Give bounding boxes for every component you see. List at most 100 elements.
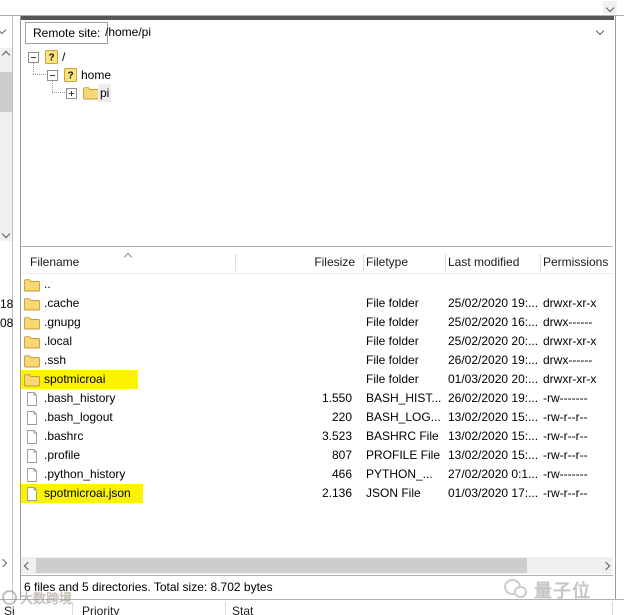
- permissions-cell: drwxr-xr-x: [543, 372, 597, 386]
- watermark-bottom-left: 大数跨境: [2, 588, 72, 607]
- file-row[interactable]: .profile 807 PROFILE File 13/02/2020 15:...…: [21, 446, 613, 465]
- filesize-cell: 466: [331, 467, 352, 481]
- filetype-cell: BASHRC File: [366, 429, 439, 443]
- file-row[interactable]: spotmicroai File folder 01/03/2020 20:... d…: [21, 370, 613, 389]
- filename-cell: .python_history: [44, 467, 126, 481]
- watermark-text: 大数跨境: [20, 591, 73, 606]
- file-list-header: Filename Filesize Filetype Last modified…: [21, 252, 613, 274]
- scrollbar-thumb[interactable]: [0, 72, 12, 112]
- filetype-cell: BASH_LOG...: [366, 410, 441, 424]
- column-separator: [225, 602, 226, 615]
- filesize-cell: 1.550: [321, 391, 352, 405]
- scroll-right-button[interactable]: [599, 558, 612, 573]
- file-row[interactable]: spotmicroai.json 2.136 JSON File 01/03/2020…: [21, 484, 613, 503]
- speech-bubbles-icon: [504, 579, 530, 601]
- filename-cell: .cache: [44, 296, 80, 310]
- file-icon: [24, 411, 40, 425]
- filesize-cell: 220: [331, 410, 352, 424]
- local-tree-vertical-scrollbar[interactable]: [0, 48, 12, 241]
- scroll-down-button[interactable]: [603, 1, 617, 14]
- filename-cell: .gnupg: [44, 315, 81, 329]
- svg-text:?: ?: [67, 71, 73, 82]
- chevron-up-icon: [1, 50, 11, 60]
- file-list-horizontal-scrollbar[interactable]: [21, 557, 613, 574]
- watermark-qbitai: 量子位: [504, 577, 591, 603]
- column-header-filename[interactable]: Filename: [30, 252, 79, 273]
- column-separator[interactable]: [445, 254, 446, 271]
- filename-cell: ..: [44, 277, 51, 291]
- file-row[interactable]: .ssh File folder 26/02/2020 19:... drwx----…: [21, 351, 613, 370]
- scroll-up-button[interactable]: [0, 48, 12, 62]
- column-header-modified[interactable]: Last modified: [448, 252, 519, 273]
- column-separator[interactable]: [540, 254, 541, 271]
- filetype-cell: File folder: [366, 334, 419, 348]
- folder-icon: [83, 86, 99, 100]
- local-scroll-right-icon[interactable]: [0, 558, 8, 568]
- file-row[interactable]: .cache File folder 25/02/2020 19:... drwxr-…: [21, 294, 613, 313]
- file-row[interactable]: .bash_logout 220 BASH_LOG... 13/02/2020 15:…: [21, 408, 613, 427]
- filetype-cell: PROFILE File: [366, 448, 441, 462]
- remote-site-combobox[interactable]: /home/pi: [105, 22, 151, 42]
- modified-cell: 13/02/2020 15:...: [448, 410, 539, 424]
- filetype-cell: File folder: [366, 372, 419, 386]
- modified-cell: 25/02/2020 19:...: [448, 296, 539, 310]
- scrollbar-thumb[interactable]: [36, 558, 527, 573]
- column-header-filetype[interactable]: Filetype: [366, 252, 408, 273]
- folder-icon: [24, 335, 40, 349]
- chevron-left-icon: [23, 561, 32, 570]
- collapse-icon[interactable]: [47, 70, 58, 81]
- filesize-cell: 3.523: [321, 429, 352, 443]
- queue-column-status[interactable]: Stat: [232, 603, 253, 615]
- modified-cell: 13/02/2020 15:...: [448, 448, 539, 462]
- tree-item-root[interactable]: ? /: [21, 48, 613, 66]
- filetype-cell: JSON File: [366, 486, 421, 500]
- file-row[interactable]: .bash_history 1.550 BASH_HIST... 26/02/2020…: [21, 389, 613, 408]
- modified-cell: 26/02/2020 19:...: [448, 391, 539, 405]
- permissions-cell: drwxr-xr-x: [543, 334, 597, 348]
- column-separator: [72, 602, 73, 615]
- file-row[interactable]: ..: [21, 275, 613, 294]
- chevron-down-icon: [1, 229, 11, 239]
- column-separator[interactable]: [235, 254, 236, 271]
- permissions-cell: drwxr-xr-x: [543, 296, 597, 310]
- watermark-text: 量子位: [534, 581, 591, 601]
- column-separator[interactable]: [363, 254, 364, 271]
- local-filesize-fragment: 08: [0, 316, 14, 330]
- file-row[interactable]: .bashrc 3.523 BASHRC File 13/02/2020 15:...…: [21, 427, 613, 446]
- scroll-left-button[interactable]: [21, 558, 34, 573]
- expand-icon[interactable]: [66, 88, 77, 99]
- file-row[interactable]: .python_history 466 PYTHON_... 27/02/2020 0…: [21, 465, 613, 484]
- question-folder-icon: ?: [64, 68, 80, 82]
- filename-cell: spotmicroai.json: [44, 486, 131, 500]
- modified-cell: 27/02/2020 0:1...: [448, 467, 539, 481]
- column-header-permissions[interactable]: Permissions: [543, 252, 608, 273]
- file-icon: [24, 430, 40, 444]
- local-site-dropdown-chevron-icon[interactable]: [0, 25, 7, 35]
- file-row[interactable]: .local File folder 25/02/2020 20:... drwxr-…: [21, 332, 613, 351]
- remote-site-bar: Remote site: /home/pi: [21, 20, 613, 46]
- modified-cell: 26/02/2020 19:...: [448, 353, 539, 367]
- tree-item-home[interactable]: ? home: [21, 66, 613, 84]
- filename-cell: .bash_history: [44, 391, 116, 405]
- collapse-icon[interactable]: [28, 52, 39, 63]
- file-icon: [24, 487, 40, 501]
- column-header-filesize[interactable]: Filesize: [235, 252, 363, 273]
- modified-cell: 01/03/2020 20:...: [448, 372, 539, 386]
- tree-item-pi[interactable]: pi: [21, 84, 613, 102]
- tree-item-label: home: [81, 68, 112, 82]
- chevron-right-icon: [601, 561, 610, 570]
- scroll-down-button[interactable]: [0, 227, 12, 241]
- filetype-cell: File folder: [366, 353, 419, 367]
- folder-icon: [24, 373, 40, 387]
- modified-cell: 01/03/2020 17:...: [448, 486, 539, 500]
- filezilla-remote-pane: 18 08 Remote site: /home/pi ? /? home pi Fi…: [0, 0, 624, 615]
- folder-icon: [24, 316, 40, 330]
- queue-column-priority[interactable]: Priority: [82, 603, 119, 615]
- folder-icon: [24, 278, 40, 292]
- sort-ascending-icon: [123, 252, 133, 262]
- file-row[interactable]: .gnupg File folder 25/02/2020 16:... drwx--…: [21, 313, 613, 332]
- modified-cell: 25/02/2020 16:...: [448, 315, 539, 329]
- remote-site-dropdown-chevron-icon[interactable]: [595, 26, 605, 36]
- filetype-cell: PYTHON_...: [366, 467, 433, 481]
- column-separator: [612, 602, 613, 615]
